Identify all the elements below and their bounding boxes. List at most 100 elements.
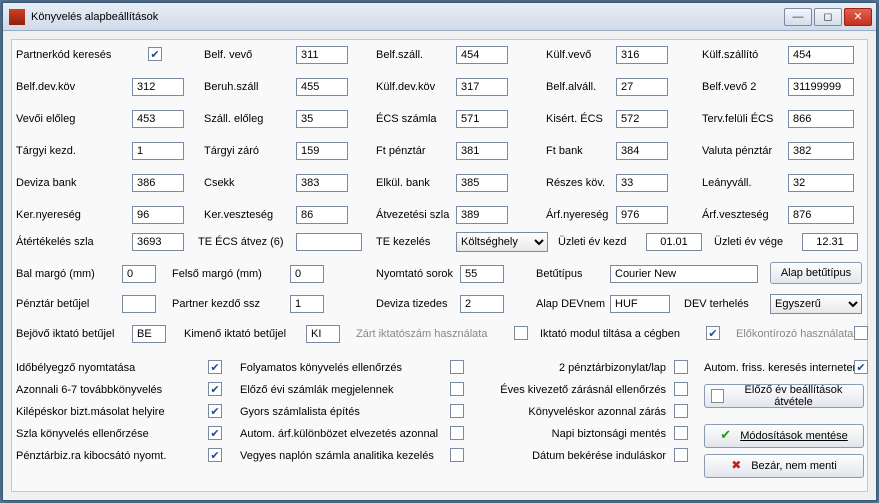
left-check[interactable]: ✔ [208,426,222,440]
label: Átvezetési szla [376,209,449,221]
account-input[interactable] [788,206,854,224]
label: Beruh.száll [204,81,258,93]
left-check[interactable]: ✔ [208,404,222,418]
account-input[interactable] [296,174,348,192]
save-button[interactable]: Módosítások mentése [704,424,864,448]
partnerkezdo-label: Partner kezdő ssz [172,298,260,310]
label: Árf.veszteség [702,209,769,221]
account-input[interactable] [616,174,668,192]
left-check-label: Időbélyegző nyomtatása [16,362,135,374]
account-input[interactable] [788,46,854,64]
prev-year-button[interactable]: Előző év beállítások átvétele [704,384,864,408]
account-input[interactable] [456,206,508,224]
minimize-button[interactable]: — [784,8,812,26]
mid-check[interactable] [450,448,464,462]
felsomargo-input[interactable] [290,265,324,283]
account-input[interactable] [456,142,508,160]
account-input[interactable] [456,78,508,96]
account-input[interactable] [132,142,184,160]
uzletvege-label: Üzleti év vége [714,236,783,248]
account-input[interactable] [456,46,508,64]
autom-check[interactable]: ✔ [854,360,868,374]
right-check[interactable] [674,382,688,396]
label: Árf.nyereség [546,209,608,221]
account-input[interactable] [132,110,184,128]
form-panel: Partnerkód keresés✔Belf. vevőBelf.száll.… [11,39,868,492]
account-input[interactable] [616,46,668,64]
bejovo-input[interactable] [132,325,166,343]
alapbetu-button[interactable]: Alap betűtípus [770,262,862,284]
mid-check[interactable] [450,360,464,374]
atertekel-input[interactable] [132,233,184,251]
uzletkezd-input[interactable] [646,233,702,251]
right-check[interactable] [674,404,688,418]
alapdevnem-input[interactable] [610,295,670,313]
account-input[interactable] [296,110,348,128]
label: Belf.vevő 2 [702,81,756,93]
mid-check[interactable] [450,382,464,396]
label: Belf.alváll. [546,81,596,93]
account-input[interactable] [788,142,854,160]
penztarbetu-input[interactable] [122,295,156,313]
close-button[interactable]: ✕ [844,8,872,26]
account-input[interactable] [616,142,668,160]
account-input[interactable] [296,78,348,96]
check-icon [720,429,734,443]
mid-check[interactable] [450,426,464,440]
account-input[interactable] [132,174,184,192]
alapdevnem-label: Alap DEVnem [536,298,605,310]
tekezeles-select[interactable]: Költséghely [456,232,548,252]
uzletvege-input[interactable] [802,233,858,251]
right-check[interactable] [674,426,688,440]
partnerkezdo-input[interactable] [290,295,324,313]
kimeno-label: Kimenő iktató betűjel [184,328,286,340]
mid-check-label: Gyors számlalista építés [240,406,360,418]
account-input[interactable] [296,206,348,224]
doc-icon [711,389,724,403]
nyomtatosorok-input[interactable] [460,265,504,283]
cancel-button[interactable]: Bezár, nem menti [704,454,864,478]
account-input[interactable] [788,110,854,128]
account-input[interactable] [132,206,184,224]
account-input[interactable] [456,110,508,128]
right-check-label: Éves kivezető zárásnál ellenőrzés [490,384,666,396]
maximize-button[interactable]: ◻ [814,8,842,26]
label: Leányváll. [702,177,752,189]
devizatizedes-input[interactable] [460,295,504,313]
window-title: Könyvelés alapbeállítások [31,11,784,23]
right-check[interactable] [674,360,688,374]
teecs-input[interactable] [296,233,362,251]
account-input[interactable] [616,110,668,128]
right-check[interactable] [674,448,688,462]
account-input[interactable] [788,78,854,96]
zart-check[interactable] [514,326,528,340]
account-input[interactable] [296,142,348,160]
mid-check[interactable] [450,404,464,418]
label: Elkül. bank [376,177,430,189]
left-check-label: Pénztárbiz.ra kibocsátó nyomt. [16,450,166,462]
right-check-label: Napi biztonsági mentés [490,428,666,440]
label: Belf.dev.köv [16,81,75,93]
partnerkod-check[interactable]: ✔ [148,47,162,61]
right-check-label: Könyveléskor azonnal zárás [490,406,666,418]
elokontir-label: Előkontírozó használata [736,328,853,340]
balmargo-input[interactable] [122,265,156,283]
elokontir-check[interactable] [854,326,868,340]
iktato-check[interactable]: ✔ [706,326,720,340]
nyomtatosorok-label: Nyomtató sorok [376,268,453,280]
kimeno-input[interactable] [306,325,340,343]
account-input[interactable] [616,78,668,96]
left-check[interactable]: ✔ [208,448,222,462]
label: Ker.nyereség [16,209,81,221]
zart-label: Zárt iktatószám használata [356,328,487,340]
devterheles-select[interactable]: Egyszerű [770,294,862,314]
label: Deviza bank [16,177,77,189]
betutipus-input[interactable] [610,265,758,283]
account-input[interactable] [296,46,348,64]
account-input[interactable] [788,174,854,192]
left-check[interactable]: ✔ [208,382,222,396]
account-input[interactable] [456,174,508,192]
account-input[interactable] [132,78,184,96]
account-input[interactable] [616,206,668,224]
left-check[interactable]: ✔ [208,360,222,374]
